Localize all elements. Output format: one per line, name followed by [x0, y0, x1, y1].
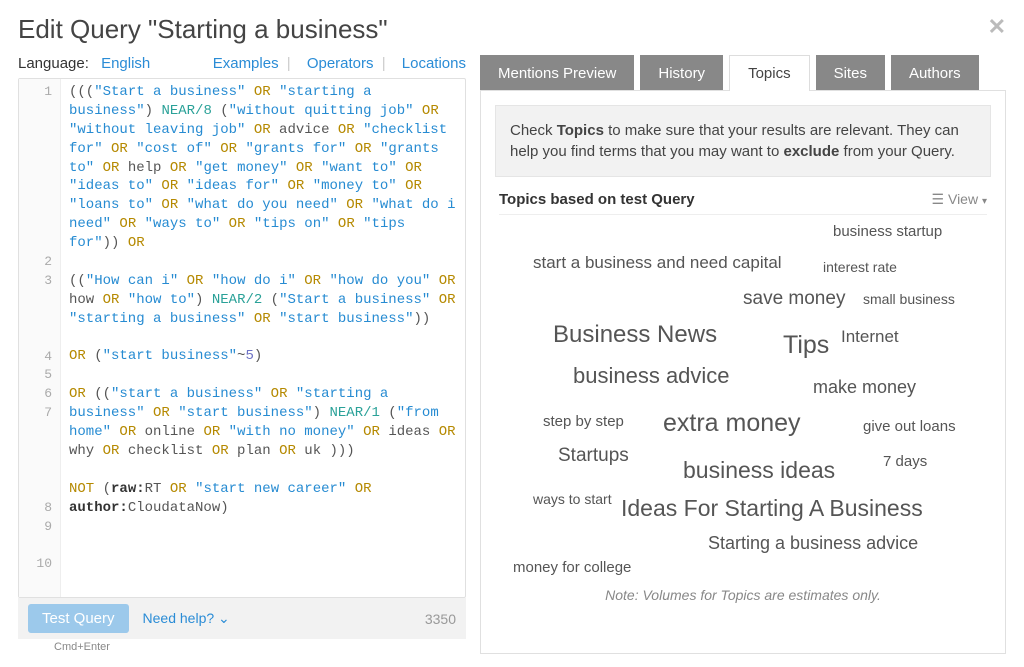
topic-term[interactable]: start a business and need capital: [533, 253, 782, 273]
topic-term[interactable]: ways to start: [533, 491, 612, 507]
link-operators[interactable]: Operators: [307, 55, 374, 72]
tab-authors[interactable]: Authors: [891, 55, 979, 91]
query-editor[interactable]: 12345678910 ((("Start a business" OR "st…: [18, 78, 466, 598]
language-value[interactable]: English: [101, 55, 150, 72]
test-query-button[interactable]: Test Query: [28, 604, 129, 633]
topic-term[interactable]: interest rate: [823, 259, 897, 275]
topic-cloud: business startup start a business and nee…: [493, 223, 993, 583]
tab-topics[interactable]: Topics: [729, 55, 810, 91]
need-help-link[interactable]: Need help? ⌄: [143, 610, 230, 627]
tab-history[interactable]: History: [640, 55, 723, 91]
topic-term[interactable]: business advice: [573, 363, 730, 389]
tab-sites[interactable]: Sites: [816, 55, 885, 91]
topics-heading: Topics based on test Query: [499, 191, 695, 208]
topic-term[interactable]: small business: [863, 291, 955, 307]
topic-term[interactable]: save money: [743, 288, 845, 310]
code-area[interactable]: ((("Start a business" OR "starting a bus…: [61, 79, 465, 597]
chevron-down-icon: ▾: [982, 196, 987, 207]
topic-term[interactable]: Tips: [783, 331, 829, 360]
topic-term[interactable]: make money: [813, 377, 916, 398]
topic-term[interactable]: extra money: [663, 409, 801, 438]
volume-note: Note: Volumes for Topics are estimates o…: [481, 587, 1005, 603]
line-gutter: 12345678910: [19, 79, 61, 597]
topic-term[interactable]: Business News: [553, 321, 717, 349]
tab-mentions[interactable]: Mentions Preview: [480, 55, 634, 91]
topic-term[interactable]: Starting a business advice: [708, 533, 918, 554]
topic-term[interactable]: give out loans: [863, 418, 956, 435]
page-title: Edit Query "Starting a business": [18, 14, 388, 45]
topic-term[interactable]: Ideas For Starting A Business: [621, 495, 923, 522]
topic-term[interactable]: business startup: [833, 223, 942, 240]
topic-term[interactable]: 7 days: [883, 453, 927, 470]
close-icon[interactable]: ✕: [988, 14, 1006, 40]
view-toggle[interactable]: ☰ View ▾: [932, 191, 987, 208]
link-examples[interactable]: Examples: [213, 55, 279, 72]
language-label: Language:: [18, 55, 89, 72]
link-locations[interactable]: Locations: [402, 55, 466, 72]
topic-term[interactable]: step by step: [543, 413, 624, 430]
topic-term[interactable]: Startups: [558, 445, 629, 467]
topics-info: Check Topics to make sure that your resu…: [495, 105, 991, 177]
topic-term[interactable]: money for college: [513, 559, 631, 576]
shortcut-hint: Cmd+Enter: [54, 641, 110, 653]
settings-icon: ☰: [932, 191, 945, 207]
topic-term[interactable]: Internet: [841, 327, 899, 347]
topic-term[interactable]: business ideas: [683, 457, 835, 484]
chevron-down-icon: ⌄: [218, 610, 230, 626]
char-count: 3350: [425, 611, 456, 627]
